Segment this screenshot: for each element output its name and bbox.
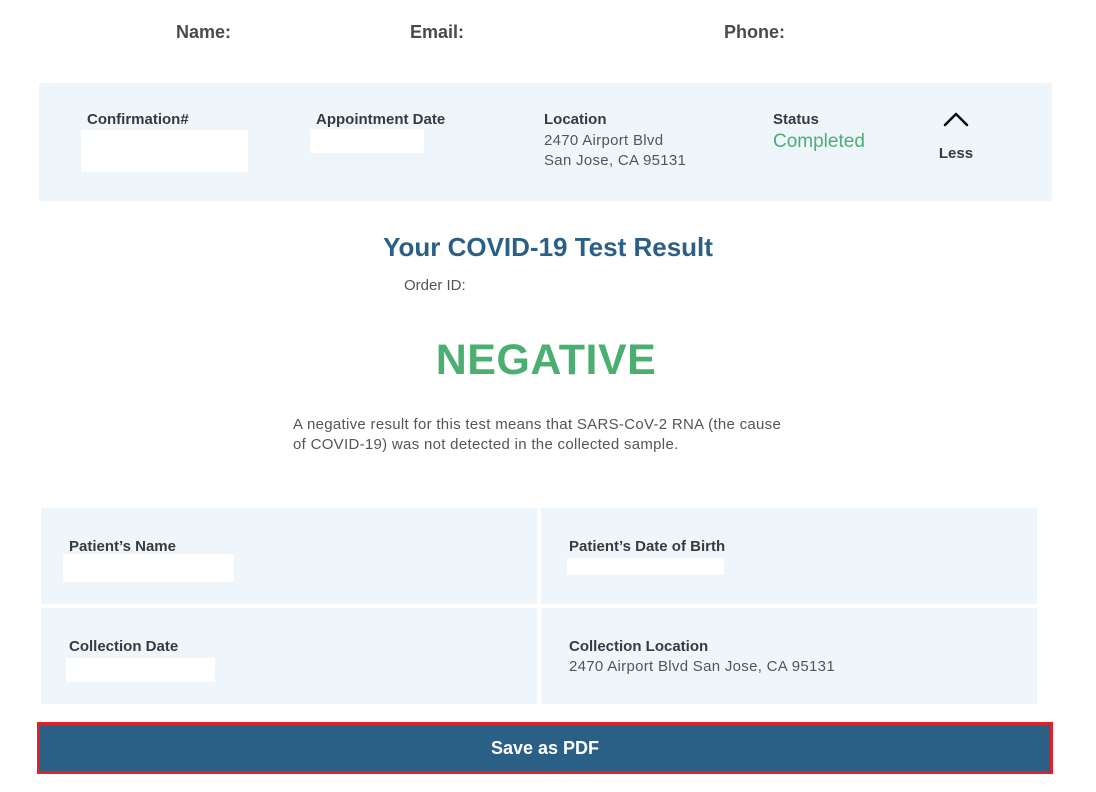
status-column: Status Completed [773,111,865,153]
email-label: Email: [410,22,465,42]
result-title: Your COVID-19 Test Result [383,232,713,262]
patient-dob-label: Patient’s Date of Birth [569,538,726,555]
chevron-up-icon [943,112,969,127]
phone-label: Phone: [724,22,785,42]
covid-result-page: Name: Email: Phone: Confirmation# Appoin… [0,0,1096,792]
appointment-date-label: Appointment Date [316,111,446,128]
name-label: Name: [176,22,232,42]
appointment-date-column: Appointment Date [316,111,445,129]
status-label: Status [773,111,819,128]
collapse-toggle[interactable]: Less [934,111,978,162]
status-value: Completed [773,131,865,152]
patient-name-redacted [63,554,234,582]
location-line2: San Jose, CA 95131 [544,152,687,169]
confirmation-label: Confirmation# [87,111,189,128]
patient-name-cell: Patient’s Name [41,508,537,604]
result-value: NEGATIVE [435,336,657,384]
collection-location-value: 2470 Airport Blvd San Jose, CA 95131 [569,658,835,675]
patient-dob-cell: Patient’s Date of Birth [541,508,1037,604]
save-as-pdf-button[interactable]: Save as PDF [37,722,1053,774]
appointment-date-redacted [310,129,424,153]
result-description-line1: A negative result for this test means th… [293,416,782,433]
collection-location-cell: Collection Location 2470 Airport Blvd Sa… [541,608,1037,704]
collection-location-label: Collection Location [569,638,709,655]
location-line1: 2470 Airport Blvd [544,132,664,149]
result-description: A negative result for this test means th… [293,415,813,455]
confirmation-value-redacted [81,130,248,172]
patient-dob-redacted [567,558,724,575]
confirmation-column: Confirmation# [87,111,189,129]
order-id-label: Order ID: [404,277,466,294]
patient-name-label: Patient’s Name [69,538,176,555]
collection-date-cell: Collection Date [41,608,537,704]
collection-date-redacted [66,658,215,682]
location-label: Location [544,111,607,128]
less-label: Less [938,145,974,162]
result-description-line2: of COVID-19) was not detected in the col… [293,436,679,453]
appointment-summary: Confirmation# Appointment Date Location … [39,83,1052,201]
collection-date-label: Collection Date [69,638,179,655]
location-column: Location 2470 Airport Blvd San Jose, CA … [544,111,686,171]
